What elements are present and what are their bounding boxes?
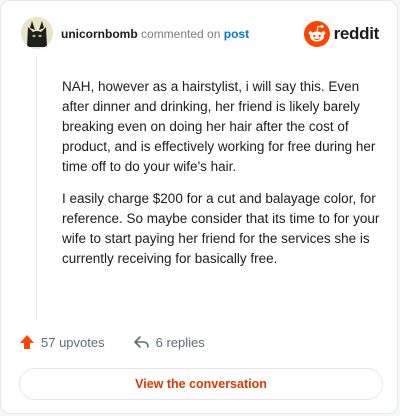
comment-card: unicornbomb commented on post reddit NAH… <box>0 0 398 414</box>
reddit-snoo-icon <box>303 21 330 47</box>
avatar[interactable] <box>21 17 53 49</box>
replies-button[interactable]: 6 replies <box>133 334 205 350</box>
action-text: commented on <box>141 27 221 41</box>
upvote-button[interactable]: 57 upvotes <box>19 334 105 350</box>
username[interactable]: unicornbomb <box>61 27 138 41</box>
comment-paragraph: I easily charge $200 for a cut and balay… <box>62 191 380 266</box>
replies-count: 6 replies <box>155 334 205 350</box>
upvote-arrow-icon <box>20 335 34 349</box>
thread-line <box>36 57 37 319</box>
upvote-count: 57 upvotes <box>41 334 105 350</box>
view-conversation-button[interactable]: View the conversation <box>19 368 383 400</box>
black-cat-avatar-icon <box>21 17 53 49</box>
reddit-logo[interactable]: reddit <box>303 21 380 47</box>
comment-footer: 57 upvotes 6 replies <box>19 334 205 350</box>
comment-body: NAH, however as a hairstylist, i will sa… <box>62 77 380 281</box>
comment-paragraph: NAH, however as a hairstylist, i will sa… <box>62 79 376 174</box>
reply-arrow-icon <box>133 336 149 348</box>
post-link[interactable]: post <box>224 27 249 41</box>
comment-header: unicornbomb commented on post <box>61 27 249 41</box>
logo-wordmark: reddit <box>333 24 380 43</box>
